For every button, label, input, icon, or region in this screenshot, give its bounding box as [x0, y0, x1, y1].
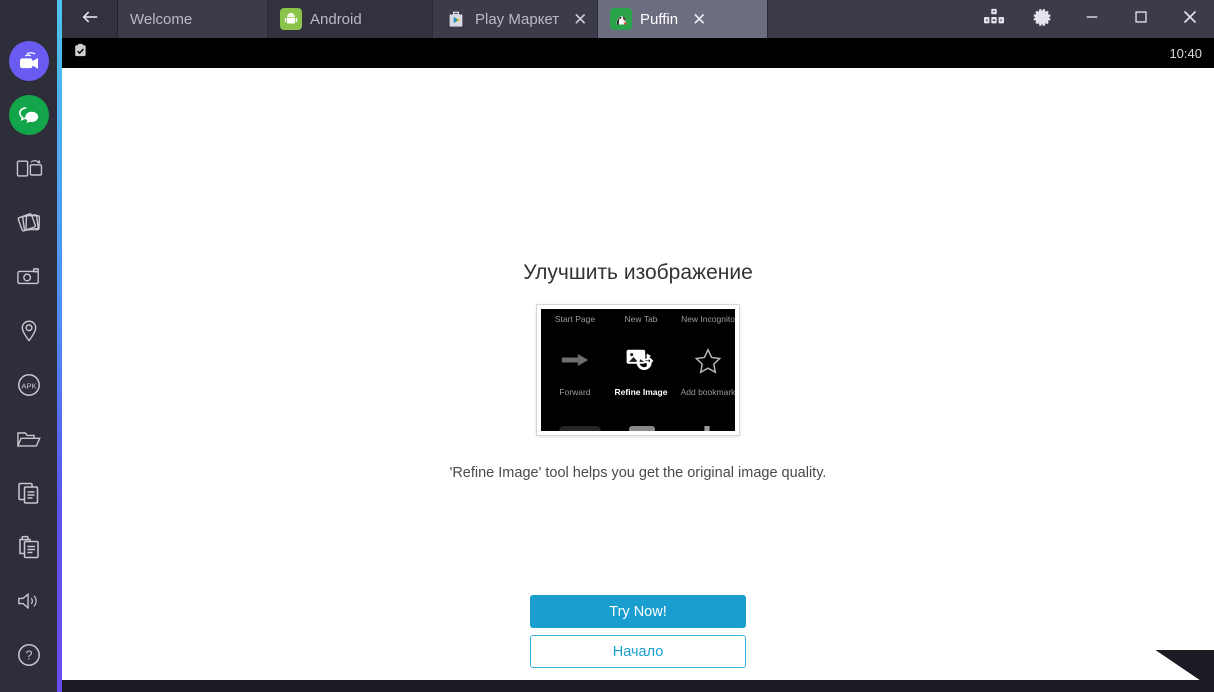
sidebar-item-screenshot[interactable] [6, 254, 52, 300]
promo-label-new-incognito: New Incognito [681, 314, 735, 324]
keymap-icon [982, 7, 1006, 32]
tab-puffin-label: Puffin [640, 10, 679, 28]
tab-android-label: Android [310, 10, 362, 28]
resize-handle[interactable] [1152, 650, 1214, 692]
tab-puffin-close-icon[interactable]: ✕ [692, 11, 706, 28]
chat-bubble-icon [8, 95, 49, 135]
bluestacks-window: APK ? Welcome Android Play Маркет ✕ Puff… [0, 0, 1214, 692]
android-icon [280, 8, 302, 30]
tab-puffin[interactable]: Puffin ✕ [598, 0, 768, 38]
video-stream-icon [8, 41, 49, 81]
volume-icon [15, 589, 43, 613]
forward-arrow-icon [545, 349, 605, 376]
page-content: Улучшить изображение Start Page New Tab … [62, 69, 1214, 680]
action-buttons: Try Now! Начало [530, 595, 746, 668]
settings-button[interactable] [1018, 0, 1067, 38]
puffin-icon [610, 8, 632, 30]
paste-icon [16, 534, 42, 560]
promo-label-add-bookmark: Add bookmark [680, 387, 736, 397]
tabbar-spacer [768, 0, 969, 38]
sidebar-item-paste[interactable] [6, 524, 52, 570]
tab-welcome-label: Welcome [130, 10, 193, 28]
promo-label-refine-image: Refine Image [614, 387, 668, 397]
promo-label-start-page: Start Page [554, 314, 596, 324]
play-store-icon [445, 8, 467, 30]
apk-icon: APK [16, 372, 42, 398]
promo-screenshot-inner: Start Page New Tab New Incognito Forward… [541, 309, 735, 431]
shake-cards-icon [15, 210, 43, 236]
svg-text:APK: APK [21, 381, 36, 390]
back-button[interactable] [62, 0, 118, 38]
title-tab-bar: Welcome Android Play Маркет ✕ Puffin ✕ [62, 0, 1214, 38]
sidebar-item-volume[interactable] [6, 578, 52, 624]
sidebar-item-record-stream[interactable] [6, 38, 52, 84]
tab-android[interactable]: Android [268, 0, 433, 38]
svg-text:?: ? [25, 649, 32, 663]
bottom-strip [62, 680, 1214, 692]
page-description: 'Refine Image' tool helps you get the or… [449, 465, 827, 481]
sidebar-item-shake[interactable] [6, 200, 52, 246]
maximize-icon [1132, 8, 1150, 31]
sidebar-item-help[interactable]: ? [6, 632, 52, 678]
sidebar-item-location[interactable] [6, 308, 52, 354]
sidebar-item-copy[interactable] [6, 470, 52, 516]
back-arrow-icon [80, 8, 100, 31]
tab-welcome[interactable]: Welcome [118, 0, 268, 38]
android-status-bar: 10:40 [62, 38, 1214, 68]
minimize-button[interactable] [1067, 0, 1116, 38]
star-outline-icon [677, 347, 735, 380]
try-now-button[interactable]: Try Now! [530, 595, 746, 628]
refine-image-icon [611, 347, 671, 378]
help-icon: ? [16, 642, 42, 668]
keymapping-button[interactable] [969, 0, 1018, 38]
gear-icon [1033, 7, 1053, 32]
status-bar-clock: 10:40 [1169, 45, 1202, 61]
clipboard-check-icon [72, 42, 89, 64]
promo-screenshot: Start Page New Tab New Incognito Forward… [537, 305, 739, 435]
promo-partial-icon-2 [629, 426, 655, 431]
promo-partial-icon-1 [559, 426, 601, 431]
tab-play-market-close-icon[interactable]: ✕ [573, 11, 587, 28]
minimize-icon [1083, 8, 1101, 31]
sidebar-item-messages[interactable] [6, 92, 52, 138]
rotate-screen-icon [15, 157, 43, 181]
close-button[interactable] [1165, 0, 1214, 38]
promo-label-new-tab: New Tab [624, 314, 658, 324]
location-pin-icon [17, 318, 41, 344]
left-sidebar: APK ? [0, 0, 57, 692]
promo-partial-download-icon [697, 426, 717, 431]
tab-play-market-label: Play Маркет [475, 10, 560, 28]
camera-icon [15, 265, 43, 289]
start-button[interactable]: Начало [530, 635, 746, 668]
maximize-button[interactable] [1116, 0, 1165, 38]
folder-icon [15, 427, 43, 451]
copy-icon [16, 480, 42, 506]
promo-label-forward: Forward [559, 387, 591, 397]
page-title: Улучшить изображение [523, 261, 753, 284]
tab-play-market[interactable]: Play Маркет ✕ [433, 0, 598, 38]
sidebar-item-rotate[interactable] [6, 146, 52, 192]
sidebar-item-open-folder[interactable] [6, 416, 52, 462]
close-icon [1180, 7, 1200, 32]
sidebar-item-install-apk[interactable]: APK [6, 362, 52, 408]
